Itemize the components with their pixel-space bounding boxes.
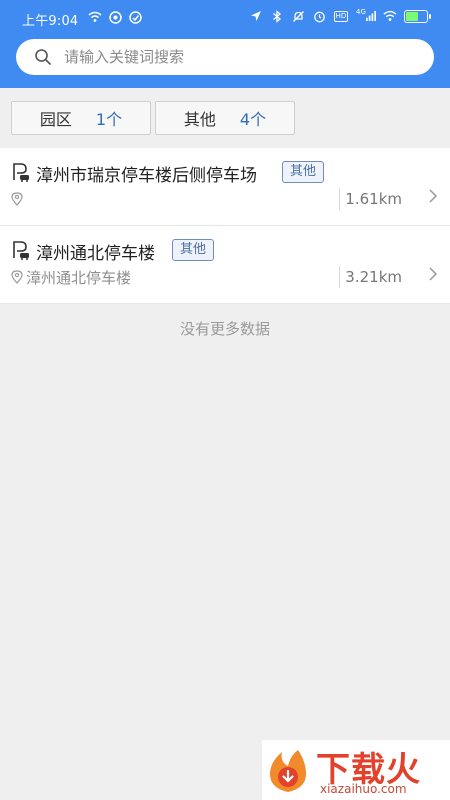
location-pin-icon xyxy=(11,192,23,206)
battery-icon xyxy=(404,9,431,23)
network-label: 4G xyxy=(356,8,366,16)
flame-logo-icon xyxy=(270,750,306,792)
watermark: 下载火 xiazaihuo.com xyxy=(262,740,450,800)
hd-icon: HD xyxy=(333,10,349,22)
sync-icon xyxy=(108,10,122,24)
chevron-right-icon xyxy=(429,189,438,203)
list-item[interactable]: 漳州通北停车楼 其他 漳州通北停车楼 3.21km xyxy=(0,226,450,304)
alarm-icon xyxy=(312,9,326,23)
parking-icon xyxy=(13,241,29,260)
location-pin-icon xyxy=(11,270,23,284)
filter-label: 园区 xyxy=(39,110,72,129)
category-tag: 其他 xyxy=(172,239,215,261)
status-icons-left xyxy=(88,10,142,24)
filter-park-button[interactable]: 园区 1个 xyxy=(11,101,151,135)
item-title: 漳州市瑞京停车楼后侧停车场 xyxy=(36,166,257,186)
chevron-right-icon xyxy=(429,267,438,281)
status-bar: 上午9:04 HD 4G xyxy=(0,0,450,38)
parking-list: 漳州市瑞京停车楼后侧停车场 其他 1.61km 漳州通北停车楼 其他 漳州通北停… xyxy=(0,148,450,304)
filter-count: 4个 xyxy=(239,110,267,129)
status-icons-right: HD 4G xyxy=(249,8,431,23)
app-notification-icon xyxy=(128,10,142,24)
no-more-data-text: 没有更多数据 xyxy=(179,320,270,338)
signal-icon: 4G xyxy=(356,8,376,23)
list-item[interactable]: 漳州市瑞京停车楼后侧停车场 其他 1.61km xyxy=(0,148,450,226)
filter-row: 园区 1个 其他 4个 xyxy=(0,88,450,146)
category-tag: 其他 xyxy=(282,161,325,183)
search-icon xyxy=(35,49,51,65)
search-bar[interactable] xyxy=(16,39,434,75)
app-header: 上午9:04 HD 4G 请输入关键词搜索 xyxy=(0,0,450,88)
filter-count: 1个 xyxy=(95,110,123,129)
filter-label: 其他 xyxy=(183,110,216,129)
wifi-icon xyxy=(88,10,102,24)
item-distance: 3.21km xyxy=(345,268,402,286)
item-distance: 1.61km xyxy=(345,190,402,208)
parking-icon xyxy=(13,163,29,182)
bluetooth-icon xyxy=(270,9,284,23)
filter-other-button[interactable]: 其他 4个 xyxy=(155,101,295,135)
wifi-strength-icon xyxy=(383,9,397,23)
location-icon xyxy=(249,9,263,23)
item-title: 漳州通北停车楼 xyxy=(36,244,155,264)
search-input[interactable] xyxy=(62,47,406,67)
watermark-url: xiazaihuo.com xyxy=(320,782,407,796)
status-time: 上午9:04 xyxy=(22,14,79,29)
item-address: 漳州通北停车楼 xyxy=(26,269,132,287)
mute-icon xyxy=(291,9,305,23)
divider xyxy=(339,266,340,288)
divider xyxy=(339,188,340,210)
